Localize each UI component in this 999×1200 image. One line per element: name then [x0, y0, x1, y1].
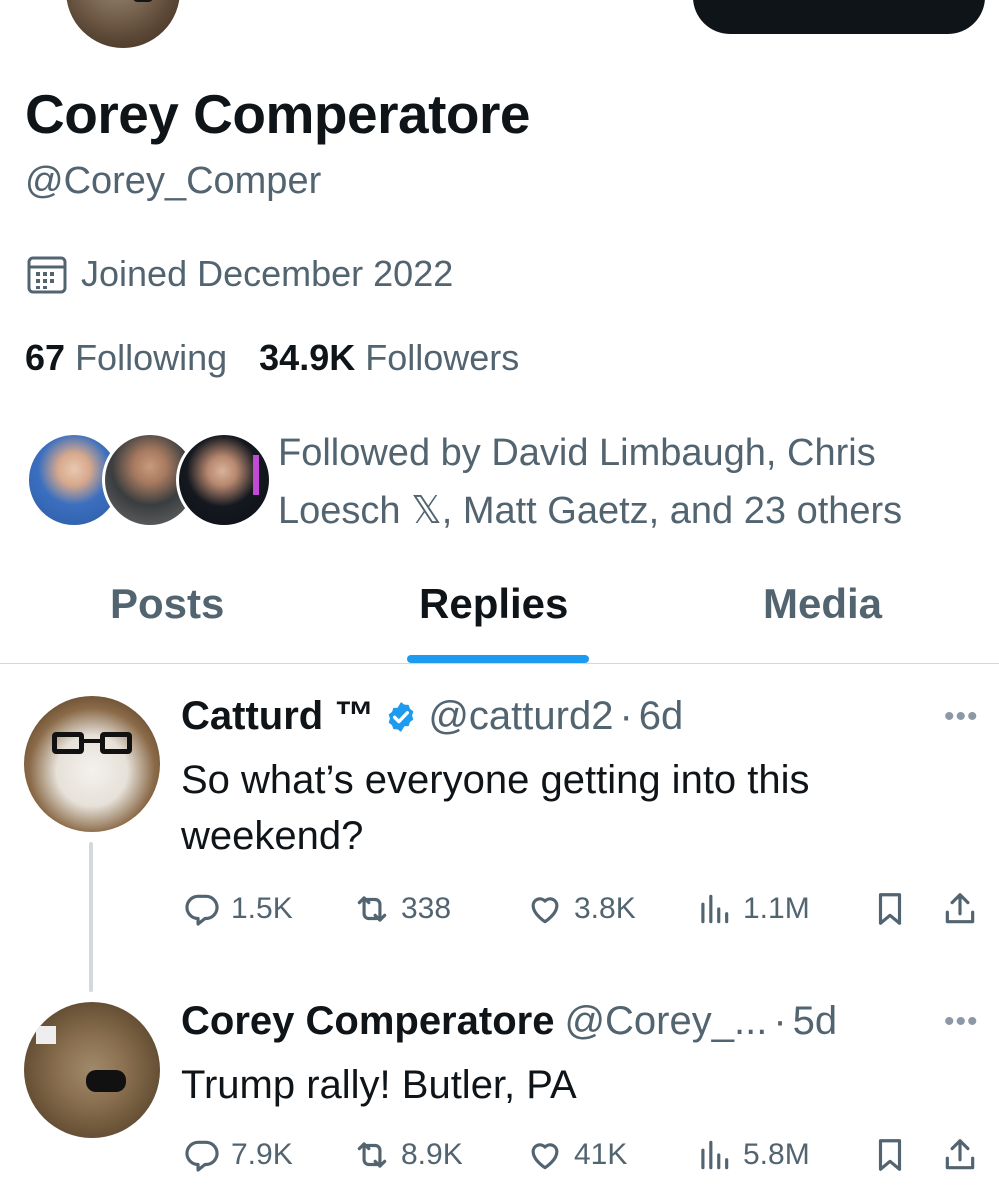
- following-label: Following: [75, 337, 228, 378]
- post-text: So what’s everyone getting into this wee…: [181, 758, 810, 858]
- profile-handle: @Corey_Comper: [25, 160, 322, 202]
- like-count: 3.8K: [574, 892, 636, 925]
- repost-icon: [357, 896, 387, 922]
- following-link[interactable]: 67 Following: [25, 337, 227, 378]
- avatar-glasses-shape: [52, 732, 132, 754]
- active-tab-indicator: [407, 655, 589, 663]
- post-author-handle[interactable]: @catturd2: [428, 694, 613, 739]
- more-icon[interactable]: •••: [944, 1005, 979, 1039]
- views-button[interactable]: 1.1M: [695, 890, 810, 928]
- like-button[interactable]: 3.8K: [526, 890, 636, 928]
- views-count: 1.1M: [743, 892, 810, 925]
- tab-posts[interactable]: Posts: [110, 580, 224, 628]
- repost-button[interactable]: 338: [353, 890, 451, 928]
- post-avatar[interactable]: [24, 696, 160, 832]
- share-button[interactable]: [941, 1136, 989, 1174]
- post-author-handle[interactable]: @Corey_...: [564, 999, 767, 1044]
- post-author-name[interactable]: Catturd ™: [181, 694, 374, 739]
- share-icon: [945, 893, 975, 924]
- reply-count: 7.9K: [231, 1138, 293, 1171]
- followers-count: 34.9K: [259, 337, 356, 378]
- joined-date: Joined December 2022: [25, 252, 453, 296]
- more-icon[interactable]: •••: [944, 700, 979, 734]
- views-count: 5.8M: [743, 1138, 810, 1171]
- avatar-sign-shape: [36, 1026, 56, 1044]
- bookmark-icon: [878, 1139, 902, 1171]
- separator-dot: ·: [619, 694, 633, 738]
- follower-avatar: [176, 432, 272, 528]
- views-icon: [701, 894, 729, 924]
- like-count: 41K: [574, 1138, 628, 1171]
- avatar-dog-shape: [86, 1070, 126, 1092]
- joined-label: Joined December 2022: [81, 253, 454, 294]
- repost-icon: [357, 1142, 387, 1168]
- followers-label: Followers: [365, 337, 520, 378]
- bookmark-button[interactable]: [871, 890, 919, 928]
- share-button[interactable]: [941, 890, 989, 928]
- followed-by-avatars[interactable]: [26, 432, 272, 532]
- views-button[interactable]: 5.8M: [695, 1136, 810, 1174]
- post-actions: 7.9K 8.9K 41K 5.8M: [183, 1136, 983, 1186]
- reply-button[interactable]: 7.9K: [183, 1136, 293, 1174]
- repost-count: 8.9K: [401, 1138, 463, 1171]
- like-icon: [531, 1143, 559, 1170]
- post-author-name[interactable]: Corey Comperatore: [181, 999, 554, 1044]
- reply-button[interactable]: 1.5K: [183, 890, 293, 928]
- separator-dot: ·: [773, 999, 787, 1043]
- post-header: Catturd ™ @catturd2 · 6d: [181, 694, 683, 739]
- followed-by-text[interactable]: Followed by David Limbaugh, Chris Loesch…: [278, 424, 978, 540]
- post-text: Trump rally! Butler, PA: [181, 1063, 577, 1107]
- post-avatar[interactable]: [24, 1002, 160, 1138]
- tab-media[interactable]: Media: [763, 580, 882, 628]
- thread-line: [89, 842, 93, 992]
- repost-count: 338: [401, 892, 452, 925]
- repost-button[interactable]: 8.9K: [353, 1136, 463, 1174]
- views-icon: [701, 1140, 729, 1170]
- profile-name: Corey Comperatore: [25, 83, 530, 145]
- tab-replies[interactable]: Replies: [419, 580, 568, 628]
- bookmark-button[interactable]: [871, 1136, 919, 1174]
- reply-icon: [185, 894, 219, 926]
- profile-tabs: Posts Replies Media: [0, 560, 999, 664]
- post-time[interactable]: 6d: [639, 694, 684, 739]
- post-header: Corey Comperatore @Corey_... · 5d: [181, 999, 837, 1044]
- reply-count: 1.5K: [231, 892, 293, 925]
- like-button[interactable]: 41K: [526, 1136, 627, 1174]
- follow-button[interactable]: Follow: [693, 0, 985, 34]
- followers-link[interactable]: 34.9K Followers: [259, 337, 519, 378]
- reply-icon: [185, 1140, 219, 1172]
- post-time[interactable]: 5d: [793, 999, 838, 1044]
- following-count: 67: [25, 337, 66, 378]
- avatar-dog-shape: [132, 0, 154, 2]
- verified-badge-icon: [389, 701, 414, 732]
- follow-stats: 67 Following 34.9K Followers: [25, 337, 541, 379]
- post-actions: 1.5K 338 3.8K 1.1M: [183, 890, 983, 940]
- share-icon: [945, 1139, 975, 1170]
- bookmark-icon: [878, 893, 902, 925]
- like-icon: [531, 897, 559, 924]
- profile-avatar[interactable]: [62, 0, 184, 52]
- calendar-icon: [27, 256, 67, 294]
